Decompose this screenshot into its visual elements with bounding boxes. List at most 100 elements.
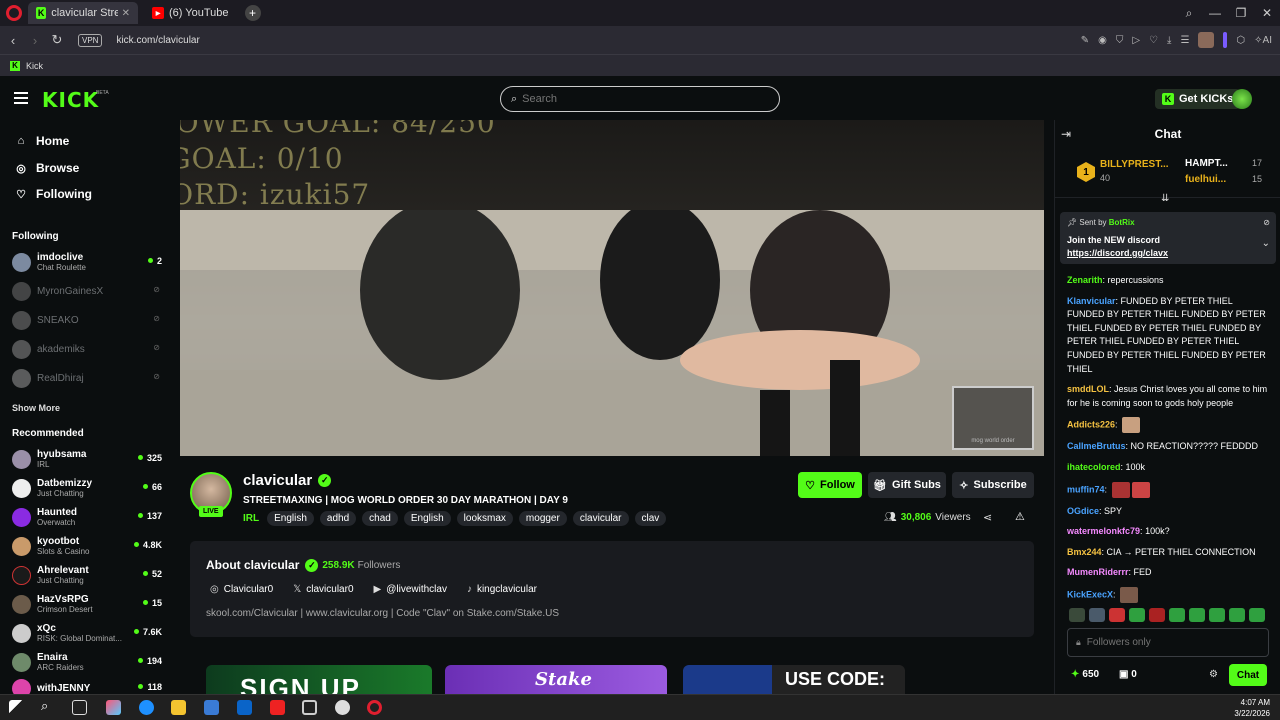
leaderboard-name[interactable]: BILLYPREST... bbox=[1100, 159, 1169, 170]
chat-username[interactable]: Klanvicular bbox=[1067, 296, 1116, 306]
camera-icon[interactable]: ◉ bbox=[1098, 35, 1107, 46]
recommended-channel[interactable]: kyootbot Slots & Casino 4.8K bbox=[12, 533, 162, 559]
chat-username[interactable]: watermelonkfc79 bbox=[1067, 526, 1140, 536]
emote-icon[interactable] bbox=[1189, 608, 1205, 622]
tiktok-link[interactable]: ♪ kingclavicular bbox=[467, 584, 537, 595]
chat-input[interactable] bbox=[1086, 637, 1257, 648]
emote-icon[interactable] bbox=[1249, 608, 1265, 622]
youtube-app-icon[interactable] bbox=[270, 700, 285, 715]
chat-username[interactable]: Zenarith bbox=[1067, 275, 1103, 285]
recommended-channel[interactable]: Datbemizzy Just Chatting 66 bbox=[12, 475, 162, 501]
scroll-down-icon[interactable]: ⇊ bbox=[1161, 193, 1169, 204]
nav-home[interactable]: ⌂ Home bbox=[14, 134, 70, 148]
back-icon[interactable]: ‹ bbox=[2, 33, 24, 48]
chat-username[interactable]: MumenRiderrr bbox=[1067, 567, 1129, 577]
kicks-balance[interactable]: ✦ 650 bbox=[1071, 669, 1099, 680]
tag-chip[interactable]: clav bbox=[634, 511, 667, 526]
youtube-link[interactable]: ▶ @livewithclav bbox=[374, 584, 447, 595]
category-link[interactable]: IRL bbox=[243, 513, 259, 524]
chat-username[interactable]: CallmeBrutus bbox=[1067, 441, 1126, 451]
promo-panel-stake[interactable]: Stake bbox=[445, 665, 667, 694]
opera-logo-icon[interactable] bbox=[6, 5, 22, 21]
reload-icon[interactable]: ↻ bbox=[46, 32, 68, 48]
vpn-badge[interactable]: VPN bbox=[78, 33, 103, 47]
following-channel[interactable]: imdoclive Chat Roulette 2 bbox=[12, 249, 162, 275]
tag-chip[interactable]: English bbox=[403, 511, 451, 526]
close-window-icon[interactable]: ✕ bbox=[1254, 6, 1280, 20]
copilot-icon[interactable] bbox=[106, 700, 121, 715]
emote-icon[interactable] bbox=[1149, 608, 1165, 622]
user-avatar[interactable] bbox=[1232, 89, 1252, 109]
nav-following[interactable]: ♡ Following bbox=[14, 187, 92, 201]
download-icon[interactable]: ⤓ bbox=[1167, 35, 1171, 46]
x-link[interactable]: 𝕏clavicular0 bbox=[293, 584, 353, 595]
system-clock[interactable]: 4:07 AM 3/22/2026 bbox=[1234, 697, 1270, 719]
recommended-channel[interactable]: hyubsama IRL 325 bbox=[12, 446, 162, 472]
url-field[interactable]: kick.com/clavicular bbox=[116, 35, 199, 46]
emote-icon[interactable] bbox=[1109, 608, 1125, 622]
chevron-down-icon[interactable]: ⌄ bbox=[1262, 238, 1270, 249]
profile-thumb-icon[interactable] bbox=[1198, 32, 1215, 48]
chat-username[interactable]: Addicts226 bbox=[1067, 420, 1115, 430]
mail-icon[interactable] bbox=[237, 700, 252, 715]
following-channel[interactable]: akademiks ⊘ bbox=[12, 336, 162, 362]
show-more-link[interactable]: Show More bbox=[12, 403, 60, 413]
pinned-link[interactable]: https://discord.gg/clavx bbox=[1067, 247, 1168, 260]
follow-button[interactable]: ♡ Follow bbox=[798, 472, 862, 498]
following-channel[interactable]: RealDhiraj ⊘ bbox=[12, 365, 162, 391]
app-icon[interactable] bbox=[302, 700, 317, 715]
chat-username[interactable]: OGdice bbox=[1067, 506, 1099, 516]
bookmark-kick[interactable]: Kick bbox=[26, 61, 43, 71]
search-bar[interactable]: ⌕ bbox=[500, 86, 780, 112]
chat-username[interactable]: Bmx244 bbox=[1067, 547, 1102, 557]
edit-icon[interactable]: ✎ bbox=[1081, 35, 1089, 46]
ai-button[interactable]: ✧AI bbox=[1254, 35, 1272, 46]
play-icon[interactable]: ▷ bbox=[1132, 35, 1140, 46]
tab-kick[interactable]: K clavicular Stream - W ✕ bbox=[28, 2, 138, 24]
recommended-channel[interactable]: Enaira ARC Raiders 194 bbox=[12, 649, 162, 675]
tag-chip[interactable]: adhd bbox=[319, 511, 357, 526]
video-player[interactable]: FOLLOWER GOAL: 84/250 SUB GOAL: 0/10 DIS… bbox=[180, 120, 1044, 456]
pinned-message[interactable]: 📌︎ Sent by BotRix ⊘ Join the NEW discord… bbox=[1060, 212, 1276, 264]
extension-icon[interactable] bbox=[1223, 32, 1228, 48]
following-channel[interactable]: MyronGainesX ⊘ bbox=[12, 278, 162, 304]
search-input[interactable] bbox=[522, 93, 753, 105]
recommended-channel[interactable]: HazVsRPG Crimson Desert 15 bbox=[12, 591, 162, 617]
emote-icon[interactable] bbox=[1169, 608, 1185, 622]
promo-panel-signup[interactable]: SIGN UP bbox=[206, 665, 432, 694]
maximize-icon[interactable]: ❐ bbox=[1228, 6, 1254, 20]
chat-input-box[interactable]: 🔒︎ bbox=[1067, 628, 1269, 657]
steam-icon[interactable] bbox=[335, 700, 350, 715]
tab-youtube[interactable]: ▶ (6) YouTube bbox=[144, 2, 237, 24]
tag-chip[interactable]: looksmax bbox=[456, 511, 513, 526]
minimize-icon[interactable]: — bbox=[1202, 6, 1228, 20]
leaderboard-name[interactable]: HAMPT... bbox=[1185, 158, 1228, 169]
emote-icon[interactable] bbox=[1129, 608, 1145, 622]
chat-username[interactable]: muffin74 bbox=[1067, 484, 1105, 494]
share-icon[interactable]: ⋖ bbox=[983, 511, 992, 524]
unpin-icon[interactable]: ⊘ bbox=[1263, 218, 1270, 227]
emote-icon[interactable] bbox=[1209, 608, 1225, 622]
streamer-name[interactable]: clavicular ✓ bbox=[243, 472, 332, 489]
forward-icon[interactable]: › bbox=[24, 33, 46, 48]
recommended-channel[interactable]: Haunted Overwatch 137 bbox=[12, 504, 162, 530]
windows-start-icon[interactable] bbox=[9, 700, 24, 715]
hamburger-menu-icon[interactable] bbox=[14, 92, 28, 104]
cube-icon[interactable]: ⬡ bbox=[1236, 35, 1245, 46]
tag-chip[interactable]: mogger bbox=[518, 511, 567, 526]
nav-browse[interactable]: ◎ Browse bbox=[14, 161, 79, 175]
taskbar-search-icon[interactable]: ⌕ bbox=[41, 698, 56, 713]
recommended-channel[interactable]: xQc RISK: Global Dominat... 7.6K bbox=[12, 620, 162, 646]
chat-username[interactable]: ihatecolored bbox=[1067, 462, 1121, 472]
tag-chip[interactable]: clavicular bbox=[572, 511, 629, 526]
heart-icon[interactable]: ♡ bbox=[1149, 35, 1158, 46]
following-channel[interactable]: SNEAKO ⊘ bbox=[12, 307, 162, 333]
chat-send-button[interactable]: Chat bbox=[1229, 664, 1267, 686]
get-kicks-button[interactable]: K Get KICKs bbox=[1155, 89, 1241, 109]
kick-logo[interactable]: KICK bbox=[42, 88, 99, 112]
tab-close-icon[interactable]: ✕ bbox=[122, 8, 130, 19]
emote-icon[interactable] bbox=[1089, 608, 1105, 622]
instagram-link[interactable]: ◎ Clavicular0 bbox=[210, 584, 273, 595]
subscribe-button[interactable]: ✧ Subscribe bbox=[952, 472, 1034, 498]
browser-search-icon[interactable]: ⌕ bbox=[1176, 6, 1202, 21]
